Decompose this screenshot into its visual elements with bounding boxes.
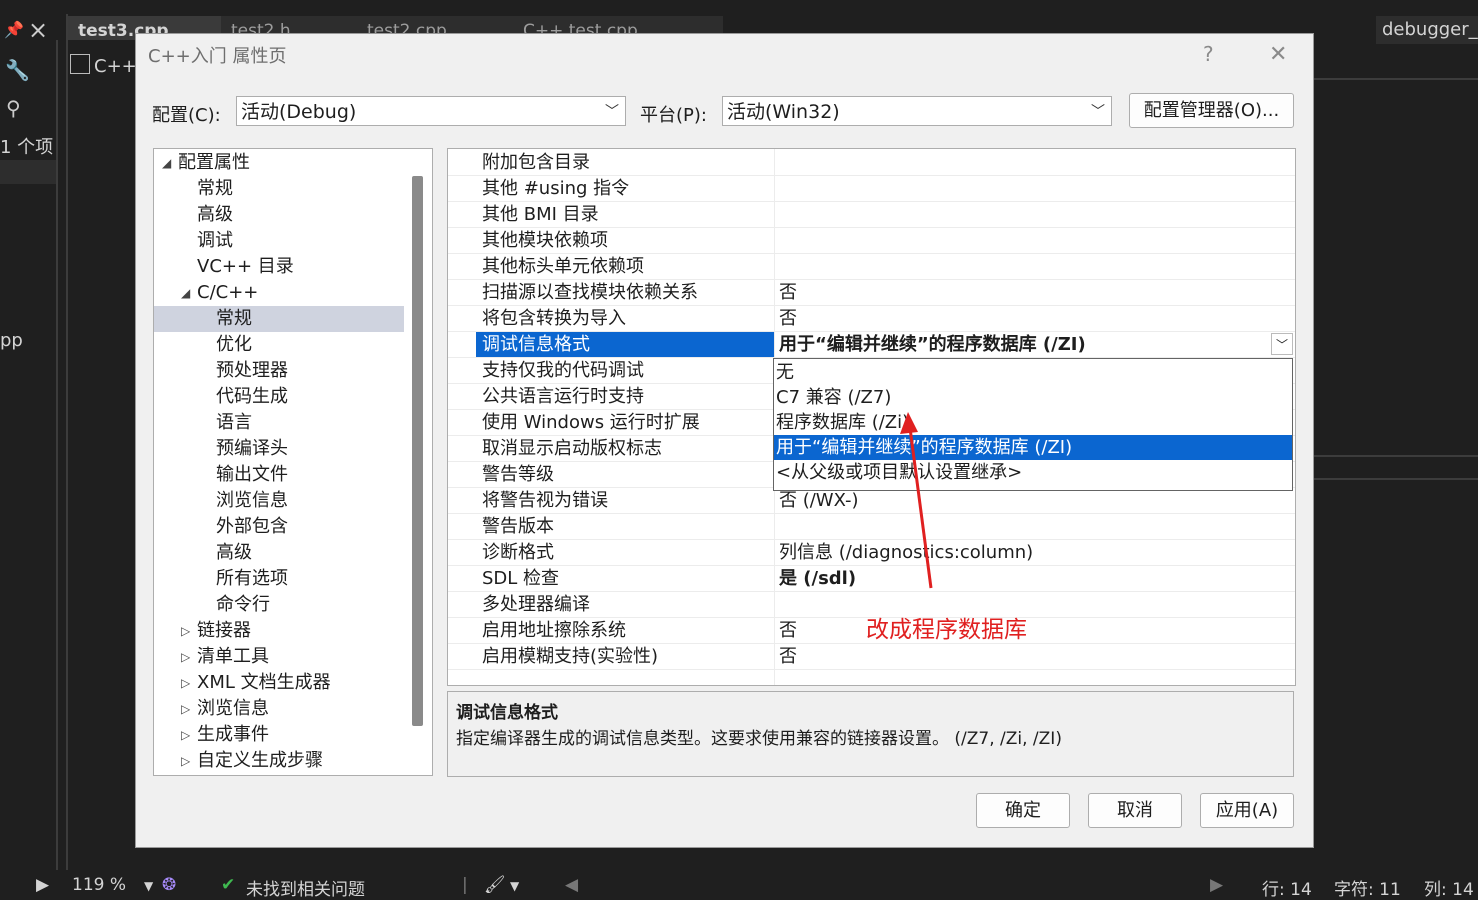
annotation-arrow-head [900,412,918,434]
annotation-arrow-line [908,427,933,589]
annotation-text: 改成程序数据库 [866,617,1027,643]
annotation-arrow [900,412,933,589]
